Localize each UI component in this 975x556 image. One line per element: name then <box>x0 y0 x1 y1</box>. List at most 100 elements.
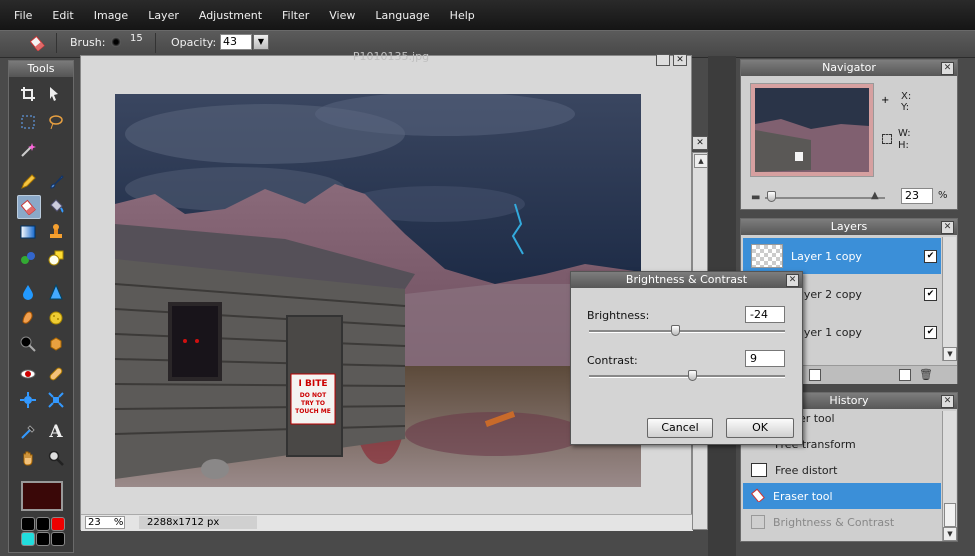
zoom-icon[interactable] <box>45 447 67 469</box>
bloat-icon[interactable] <box>17 389 39 411</box>
status-bar: 23 % 2288x1712 px <box>81 514 693 531</box>
contrast-slider-knob[interactable] <box>688 370 698 381</box>
close-icon[interactable]: ✕ <box>941 62 954 75</box>
navigator-zoom-knob[interactable] <box>767 191 776 202</box>
scroll-down-icon[interactable]: ▼ <box>943 527 957 541</box>
zoom-out-icon[interactable]: ▬ <box>751 192 760 203</box>
layers-title: Layers <box>741 219 957 235</box>
menu-image[interactable]: Image <box>94 9 128 22</box>
dodge-icon[interactable] <box>17 333 39 355</box>
spot-heal-icon[interactable] <box>45 363 67 385</box>
gradient-icon[interactable] <box>17 221 39 243</box>
swatch-red[interactable] <box>51 517 65 531</box>
history-scrollbar[interactable]: ▼ <box>942 411 957 541</box>
menu-layer[interactable]: Layer <box>148 9 179 22</box>
color-replace-icon[interactable] <box>17 247 39 269</box>
trash-icon[interactable]: 🗑 <box>919 368 933 381</box>
history-item[interactable]: Brightness & Contrast <box>743 509 941 535</box>
nav-w-label: W: <box>898 128 911 139</box>
menu-filter[interactable]: Filter <box>282 9 309 22</box>
options-bar: Brush: 15 Opacity: 43 ▼ <box>0 30 975 58</box>
menu-edit[interactable]: Edit <box>52 9 73 22</box>
hand-icon[interactable] <box>17 447 39 469</box>
opacity-dropdown-button[interactable]: ▼ <box>253 34 269 50</box>
navigator-thumbnail[interactable] <box>750 83 874 177</box>
close-icon[interactable]: ✕ <box>692 136 708 150</box>
swatch-black[interactable] <box>36 532 50 546</box>
close-icon[interactable]: ✕ <box>673 54 687 66</box>
brush-size: 15 <box>130 33 143 44</box>
primary-color-swatch[interactable] <box>21 481 63 511</box>
document-title: P1010135.jpg <box>352 50 430 63</box>
swatch-black[interactable] <box>21 517 35 531</box>
zoom-in-icon[interactable]: ▲ <box>871 190 879 201</box>
sponge-icon[interactable] <box>45 307 67 329</box>
brightness-slider[interactable] <box>589 330 785 333</box>
red-eye-icon[interactable] <box>17 363 39 385</box>
close-icon[interactable]: ✕ <box>786 274 799 287</box>
menu-help[interactable]: Help <box>450 9 475 22</box>
ok-button[interactable]: OK <box>726 418 794 438</box>
smudge-icon[interactable] <box>17 307 39 329</box>
navigator-zoom-slider[interactable] <box>765 197 885 199</box>
brightness-contrast-dialog: Brightness & Contrast ✕ Brightness: -24 … <box>570 271 803 445</box>
menu-view[interactable]: View <box>329 9 355 22</box>
swatch-cyan[interactable] <box>21 532 35 546</box>
menu-adjustment[interactable]: Adjustment <box>199 9 262 22</box>
brush-preview[interactable] <box>111 37 121 47</box>
brightness-slider-knob[interactable] <box>670 325 680 336</box>
eraser-tool-icon[interactable] <box>17 195 41 219</box>
nav-x-label: X: <box>901 91 912 102</box>
sharpen-icon[interactable] <box>45 281 67 303</box>
lasso-icon[interactable] <box>45 111 67 133</box>
opacity-input[interactable]: 43 <box>220 34 252 50</box>
history-item[interactable]: Free distort <box>743 457 941 483</box>
layers-scrollbar[interactable]: ▼ <box>942 237 957 361</box>
close-icon[interactable]: ✕ <box>941 221 954 234</box>
magic-wand-icon[interactable] <box>17 139 39 161</box>
shape-icon[interactable] <box>45 247 67 269</box>
image-dimensions: 2288x1712 px <box>139 516 257 529</box>
layer-visibility-checkbox[interactable]: ✔ <box>924 325 937 339</box>
text-icon[interactable]: A <box>45 421 67 443</box>
swatch-black[interactable] <box>51 532 65 546</box>
close-icon[interactable]: ✕ <box>941 395 954 408</box>
burn-icon[interactable] <box>45 333 67 355</box>
move-icon[interactable] <box>45 83 67 105</box>
pencil-icon[interactable] <box>17 171 39 193</box>
selection-size-icon <box>882 134 892 144</box>
drop-icon[interactable] <box>17 281 39 303</box>
clone-stamp-icon[interactable] <box>45 221 67 243</box>
layer-row[interactable]: Layer 1 copy ✔ <box>743 238 941 274</box>
tools-title: Tools <box>9 61 73 77</box>
swatch-black[interactable] <box>36 517 50 531</box>
brightness-input[interactable]: -24 <box>745 306 785 323</box>
layer-visibility-checkbox[interactable]: ✔ <box>924 249 937 263</box>
new-layer-icon[interactable] <box>899 369 911 381</box>
sign-text-line3: TRY TO <box>301 400 325 407</box>
maximize-icon[interactable] <box>656 54 670 66</box>
divider <box>56 33 57 53</box>
scroll-thumb[interactable] <box>944 503 956 527</box>
brush-icon[interactable] <box>45 171 67 193</box>
dialog-title: Brightness & Contrast <box>571 272 802 288</box>
zoom-field[interactable]: 23 % <box>85 516 125 529</box>
pinch-icon[interactable] <box>45 389 67 411</box>
menu-language[interactable]: Language <box>375 9 429 22</box>
paint-bucket-icon[interactable] <box>45 195 67 217</box>
opacity-label: Opacity: <box>171 36 217 49</box>
menu-file[interactable]: File <box>14 9 32 22</box>
color-picker-icon[interactable] <box>17 421 39 443</box>
layer-mask-icon[interactable] <box>809 369 821 381</box>
cancel-button[interactable]: Cancel <box>647 418 713 438</box>
contrast-slider[interactable] <box>589 375 785 378</box>
marquee-icon[interactable] <box>17 111 39 133</box>
navigator-zoom-input[interactable]: 23 <box>901 188 933 204</box>
scroll-down-icon[interactable]: ▼ <box>943 347 957 361</box>
contrast-input[interactable]: 9 <box>745 350 785 367</box>
layer-visibility-checkbox[interactable]: ✔ <box>924 287 937 301</box>
history-item[interactable]: Eraser tool <box>743 483 941 509</box>
canvas-image[interactable]: I BITE DO NOT TRY TO TOUCH ME <box>115 94 641 487</box>
scroll-up-icon[interactable]: ▲ <box>694 154 708 168</box>
crop-icon[interactable] <box>17 83 39 105</box>
